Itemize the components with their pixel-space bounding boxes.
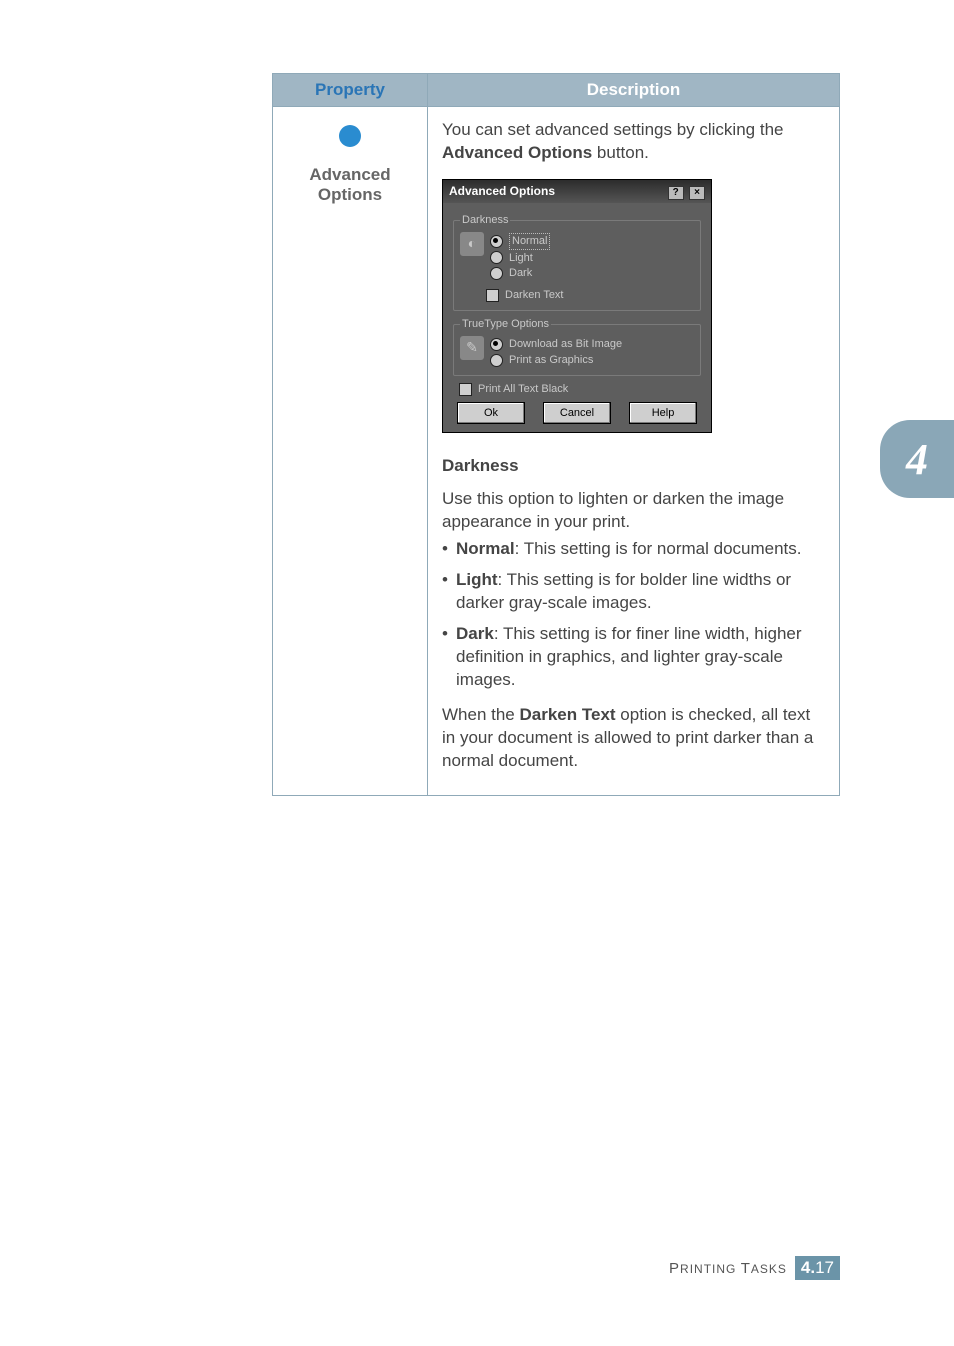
list-item: Dark: This setting is for finer line wid… [442, 623, 825, 692]
header-description: Description [428, 74, 840, 107]
property-bullet-icon [339, 125, 361, 147]
help-button[interactable]: Help [629, 402, 697, 424]
intro-text: You can set advanced settings by clickin… [442, 119, 825, 165]
dialog-title: Advanced Options [449, 183, 555, 199]
darkness-options-list: Normal: This setting is for normal docum… [442, 538, 825, 692]
check-darken-text[interactable] [486, 289, 499, 302]
close-icon[interactable]: × [689, 186, 705, 200]
header-property: Property [273, 74, 428, 107]
darkness-icon: ◐ [460, 232, 484, 256]
property-cell: Advanced Options [273, 107, 428, 796]
property-description-table: Property Description Advanced Options Yo… [272, 73, 840, 796]
list-item: Light: This setting is for bolder line w… [442, 569, 825, 615]
page-footer: PRINTING TASKS 4.17 [669, 1256, 840, 1280]
footer-title: PRINTING TASKS [669, 1260, 787, 1277]
property-label: Advanced Options [279, 165, 421, 205]
ok-button[interactable]: Ok [457, 402, 525, 424]
radio-normal[interactable] [490, 235, 503, 248]
radio-graphics[interactable] [490, 354, 503, 367]
radio-bitimage[interactable] [490, 338, 503, 351]
description-cell: You can set advanced settings by clickin… [428, 107, 840, 796]
truetype-group: TrueType Options ✎ Download as Bit Image… [453, 317, 701, 376]
chapter-tab: 4 [880, 420, 954, 498]
list-item: Normal: This setting is for normal docum… [442, 538, 825, 561]
check-print-all-black[interactable] [459, 383, 472, 396]
radio-dark[interactable] [490, 267, 503, 280]
darkness-intro: Use this option to lighten or darken the… [442, 488, 825, 534]
radio-light[interactable] [490, 251, 503, 264]
dialog-titlebar: Advanced Options ? × [443, 180, 711, 203]
cancel-button[interactable]: Cancel [543, 402, 611, 424]
truetype-legend: TrueType Options [460, 317, 551, 332]
truetype-icon: ✎ [460, 336, 484, 360]
darkness-heading: Darkness [442, 455, 825, 478]
darkness-legend: Darkness [460, 213, 510, 228]
darkness-group: Darkness ◐ Normal Light Dark Darken Text [453, 213, 701, 311]
page-number-badge: 4.17 [795, 1256, 840, 1280]
darken-text-note: When the Darken Text option is checked, … [442, 704, 825, 773]
advanced-options-dialog: Advanced Options ? × Darkness ◐ Normal [442, 179, 712, 434]
help-icon[interactable]: ? [668, 186, 684, 200]
